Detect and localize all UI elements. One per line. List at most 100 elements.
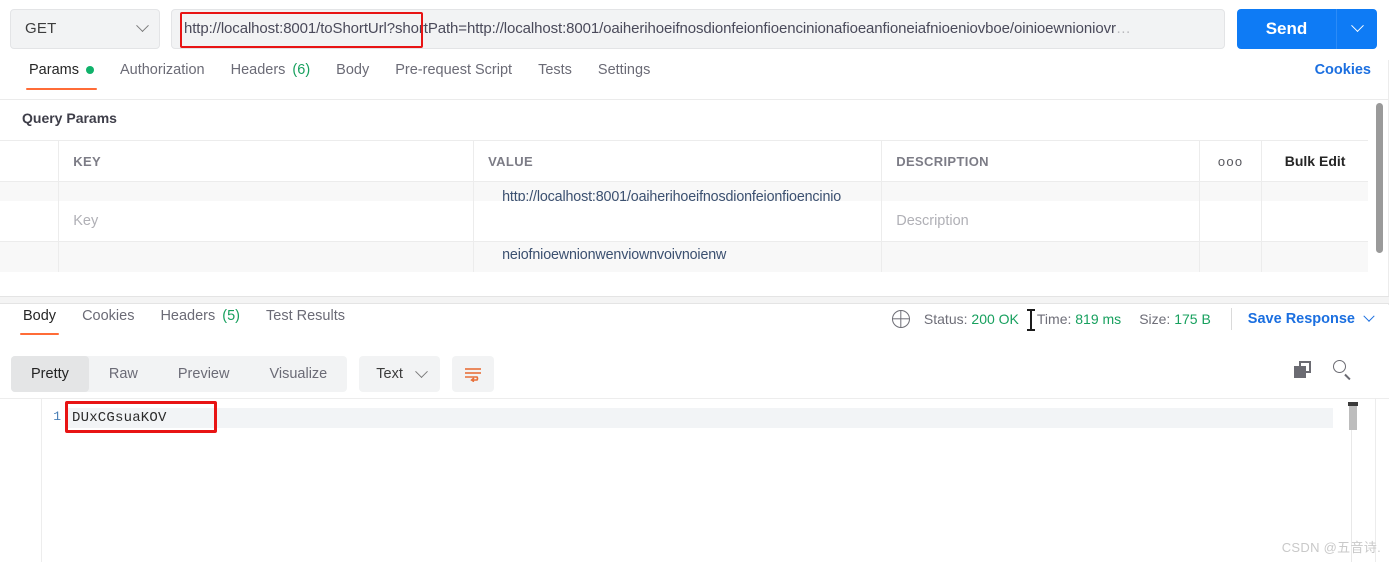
view-mode-preview[interactable]: Preview <box>158 356 250 392</box>
table-header-row: KEY VALUE DESCRIPTION ooo Bulk Edit <box>0 141 1368 182</box>
word-wrap-icon <box>464 368 481 382</box>
header-key-cell: KEY <box>59 141 475 181</box>
send-button-label: Send <box>1265 18 1308 38</box>
response-tab-headers-label: Headers <box>160 308 216 324</box>
tab-tests-label: Tests <box>538 62 572 78</box>
query-params-table: KEY VALUE DESCRIPTION ooo Bulk Edit shor… <box>0 140 1368 272</box>
view-mode-raw[interactable]: Raw <box>89 356 158 392</box>
response-tab-body-label: Body <box>23 308 57 324</box>
tab-authorization-label: Authorization <box>119 62 205 78</box>
empty-row-description-cell[interactable]: Description <box>882 201 1201 241</box>
send-button[interactable]: Send <box>1237 8 1337 49</box>
tab-body[interactable]: Body <box>323 60 382 90</box>
search-icon-circle <box>1333 360 1346 373</box>
response-body-content: DUxCGsuaKOV <box>72 410 167 426</box>
text-cursor-icon <box>1026 309 1035 331</box>
status-divider <box>1230 308 1232 330</box>
word-wrap-button[interactable] <box>451 356 494 392</box>
request-tabs: Params Authorization Headers (6) Body Pr… <box>0 60 1389 100</box>
view-mode-preview-label: Preview <box>177 366 230 382</box>
response-status-bar: Status: 200 OK Time: 819 ms Size: 175 B … <box>891 308 1375 331</box>
send-button-group: Send <box>1237 8 1377 49</box>
empty-row-bulk-cell <box>1262 201 1368 241</box>
view-mode-pretty[interactable]: Pretty <box>11 356 89 392</box>
tab-settings[interactable]: Settings <box>585 60 663 90</box>
response-tab-test-results[interactable]: Test Results <box>253 306 358 335</box>
view-mode-visualize[interactable]: Visualize <box>249 356 347 392</box>
view-mode-raw-label: Raw <box>108 366 138 382</box>
header-description-cell: DESCRIPTION <box>882 141 1201 181</box>
copy-icon[interactable] <box>1294 360 1311 378</box>
search-icon[interactable] <box>1333 360 1351 381</box>
status-badge: Status: 200 OK <box>924 309 1035 331</box>
watermark: CSDN @五音诗. <box>1281 540 1381 555</box>
empty-row-value-cell[interactable] <box>474 201 883 241</box>
globe-icon <box>891 310 910 328</box>
postman-window: GET http://localhost:8001/toShortUrl?sho… <box>0 0 1389 562</box>
header-key-label: KEY <box>73 153 102 169</box>
tab-params-label: Params <box>29 62 79 78</box>
url-input-value: http://localhost:8001/toShortUrl?shortPa… <box>184 20 1116 37</box>
bulk-edit-button[interactable]: Bulk Edit <box>1262 141 1368 181</box>
more-horizontal-icon: ooo <box>1217 153 1244 169</box>
view-mode-segmented-control: Pretty Raw Preview Visualize <box>11 356 348 392</box>
header-description-label: DESCRIPTION <box>896 153 989 169</box>
tab-params[interactable]: Params <box>16 60 107 90</box>
empty-row-dots-cell <box>1200 201 1263 241</box>
response-format-label: Text <box>376 366 403 382</box>
header-checkbox-cell <box>0 141 60 181</box>
empty-row-key-cell[interactable]: Key <box>59 201 475 241</box>
tab-body-label: Body <box>336 62 370 78</box>
response-tab-body[interactable]: Body <box>10 306 69 335</box>
save-response-button[interactable]: Save Response <box>1248 311 1355 327</box>
empty-row-key-placeholder: Key <box>73 213 99 229</box>
query-params-title: Query Params <box>22 110 117 126</box>
response-tab-headers[interactable]: Headers (5) <box>147 306 253 335</box>
tab-authorization[interactable]: Authorization <box>107 60 218 90</box>
size-label: Size: <box>1139 311 1171 327</box>
tab-settings-label: Settings <box>597 62 651 78</box>
time-value: 819 ms <box>1075 311 1122 327</box>
response-tab-test-results-label: Test Results <box>266 308 345 324</box>
tab-pre-request-script[interactable]: Pre-request Script <box>382 60 525 90</box>
chevron-down-icon <box>136 19 149 33</box>
code-line-highlight <box>66 408 1333 428</box>
chevron-down-icon <box>414 364 428 378</box>
chevron-down-icon[interactable] <box>1363 310 1375 322</box>
empty-row-description-placeholder: Description <box>896 213 969 229</box>
bulk-edit-label: Bulk Edit <box>1284 153 1346 169</box>
chevron-down-icon <box>1350 19 1364 33</box>
line-number: 1 <box>53 409 61 424</box>
response-tab-cookies-label: Cookies <box>82 308 135 324</box>
view-mode-visualize-label: Visualize <box>269 366 328 382</box>
time-badge: Time: 819 ms <box>1037 311 1121 327</box>
response-body-scrollbar-thumb[interactable] <box>1349 406 1357 430</box>
response-format-dropdown[interactable]: Text <box>359 356 440 392</box>
params-modified-dot-icon <box>85 66 94 74</box>
cookies-link[interactable]: Cookies <box>1315 62 1371 78</box>
tab-headers-count: (6) <box>292 62 311 78</box>
response-tab-cookies[interactable]: Cookies <box>69 306 147 335</box>
url-input[interactable]: http://localhost:8001/toShortUrl?shortPa… <box>171 8 1225 49</box>
response-tab-headers-count: (5) <box>222 308 240 324</box>
http-method-dropdown[interactable]: GET <box>10 8 160 49</box>
size-value: 175 B <box>1174 311 1211 327</box>
table-row: Key Description <box>0 201 1368 242</box>
row-value-line-4: neiofnioewnionwenviownvoivnoienw <box>502 247 727 264</box>
params-more-options-button[interactable]: ooo <box>1200 141 1263 181</box>
size-badge: Size: 175 B <box>1139 311 1211 327</box>
tab-headers[interactable]: Headers (6) <box>218 60 324 90</box>
params-scrollbar-thumb[interactable] <box>1376 103 1383 253</box>
pane-splitter[interactable] <box>0 296 1389 304</box>
tab-pre-request-script-label: Pre-request Script <box>395 62 513 78</box>
params-pane-scrollbar[interactable] <box>1376 103 1383 303</box>
gutter-divider <box>41 399 42 562</box>
empty-row-checkbox-cell <box>0 201 60 241</box>
send-options-button[interactable] <box>1337 8 1377 49</box>
response-body-viewer[interactable]: 1 DUxCGsuaKOV <box>0 398 1389 562</box>
request-url-bar: GET http://localhost:8001/toShortUrl?sho… <box>0 0 1389 57</box>
tab-headers-label: Headers <box>230 62 286 78</box>
time-label: Time: <box>1036 311 1072 327</box>
copy-icon-back <box>1294 365 1306 378</box>
tab-tests[interactable]: Tests <box>525 60 585 90</box>
